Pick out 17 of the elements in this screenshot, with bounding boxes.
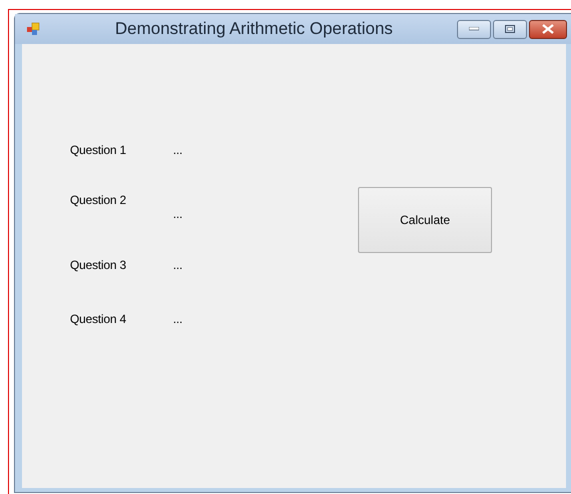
- window-title: Demonstrating Arithmetic Operations: [115, 19, 393, 39]
- answer-label: ...: [173, 143, 182, 157]
- question-label: Question 4: [70, 312, 126, 326]
- maximize-icon: [505, 25, 515, 33]
- minimize-icon: [469, 27, 479, 31]
- minimize-button[interactable]: [457, 20, 491, 38]
- answer-label: ...: [173, 258, 182, 272]
- maximize-button[interactable]: [493, 20, 527, 38]
- calculate-button[interactable]: Calculate: [358, 187, 492, 253]
- answer-label: ...: [173, 312, 182, 326]
- question-label: Question 3: [70, 258, 126, 272]
- close-icon: [542, 24, 554, 34]
- answer-label: ...: [173, 207, 182, 221]
- question-label: Question 1: [70, 143, 126, 157]
- question-label: Question 2: [70, 193, 126, 207]
- app-icon: [27, 22, 41, 36]
- close-button[interactable]: [529, 20, 567, 38]
